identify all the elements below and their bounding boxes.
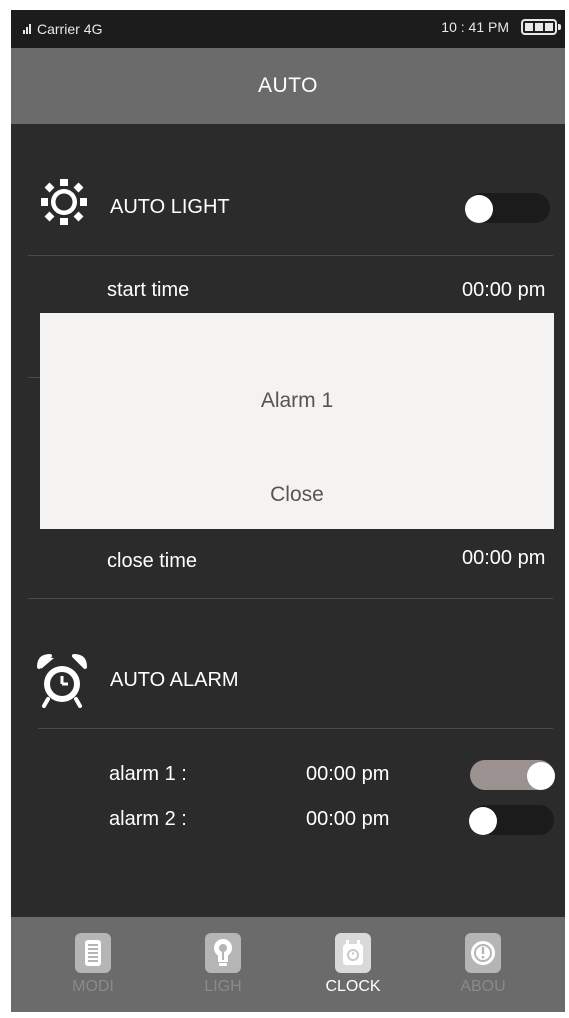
status-right: 10 : 41 PM bbox=[441, 19, 561, 35]
start-time-value[interactable]: 00:00 pm bbox=[462, 279, 545, 302]
start-time-label: start time bbox=[107, 279, 190, 301]
sun-icon bbox=[41, 179, 87, 225]
tab-clock[interactable]: CLOCK bbox=[318, 933, 388, 1009]
alarm-1-toggle[interactable] bbox=[470, 760, 555, 790]
auto-light-label: AUTO LIGHT bbox=[110, 196, 230, 218]
auto-light-toggle[interactable] bbox=[465, 193, 550, 223]
dialog-title: Alarm 1 bbox=[260, 389, 334, 412]
bulb-icon bbox=[205, 933, 241, 973]
close-time-value[interactable]: 00:00 pm bbox=[462, 547, 545, 570]
status-time: 10 : 41 PM bbox=[441, 19, 509, 35]
section-divider bbox=[28, 255, 553, 256]
auto-alarm-label: AUTO ALARM bbox=[110, 669, 239, 691]
alarm-1-time[interactable]: 00:00 pm bbox=[306, 763, 389, 786]
app-screen: Carrier 4G 10 : 41 PM AUTO AUTO LIGHT st… bbox=[11, 10, 565, 1012]
tab-label: LIGH bbox=[204, 978, 242, 995]
tab-label: ABOU bbox=[460, 978, 506, 995]
alarm-2-toggle[interactable] bbox=[469, 805, 554, 835]
clock-icon bbox=[335, 933, 371, 973]
signal-icon bbox=[23, 24, 31, 34]
section-divider bbox=[28, 598, 553, 599]
close-time-label: close time bbox=[107, 550, 198, 572]
status-left: Carrier 4G bbox=[23, 21, 102, 37]
phone-icon bbox=[75, 933, 111, 973]
section-divider bbox=[38, 728, 553, 729]
tab-modi[interactable]: MODI bbox=[58, 933, 128, 1009]
dialog-close-button[interactable]: Close bbox=[40, 483, 554, 507]
tab-label: CLOCK bbox=[325, 978, 381, 995]
alarm-clock-icon bbox=[37, 654, 87, 708]
alarm-dialog: Alarm 1 Close bbox=[40, 313, 554, 529]
tab-bar: MODI LIGH CLOCK ABOU bbox=[11, 917, 565, 1012]
alarm-2-label: alarm 2 : bbox=[109, 808, 187, 830]
alarm-1-label: alarm 1 : bbox=[109, 763, 187, 785]
alarm-2-time[interactable]: 00:00 pm bbox=[306, 808, 389, 831]
tab-ligh[interactable]: LIGH bbox=[188, 933, 258, 1009]
toggle-knob bbox=[465, 195, 493, 223]
status-bar: Carrier 4G 10 : 41 PM bbox=[11, 10, 565, 48]
toggle-knob bbox=[527, 762, 555, 790]
tab-abou[interactable]: ABOU bbox=[448, 933, 518, 1009]
battery-icon bbox=[521, 19, 561, 35]
toggle-knob bbox=[469, 807, 497, 835]
network-type: 4G bbox=[83, 21, 103, 37]
info-icon bbox=[465, 933, 501, 973]
carrier-name: Carrier bbox=[37, 21, 80, 37]
page-title: AUTO bbox=[11, 48, 565, 124]
tab-label: MODI bbox=[72, 978, 114, 995]
